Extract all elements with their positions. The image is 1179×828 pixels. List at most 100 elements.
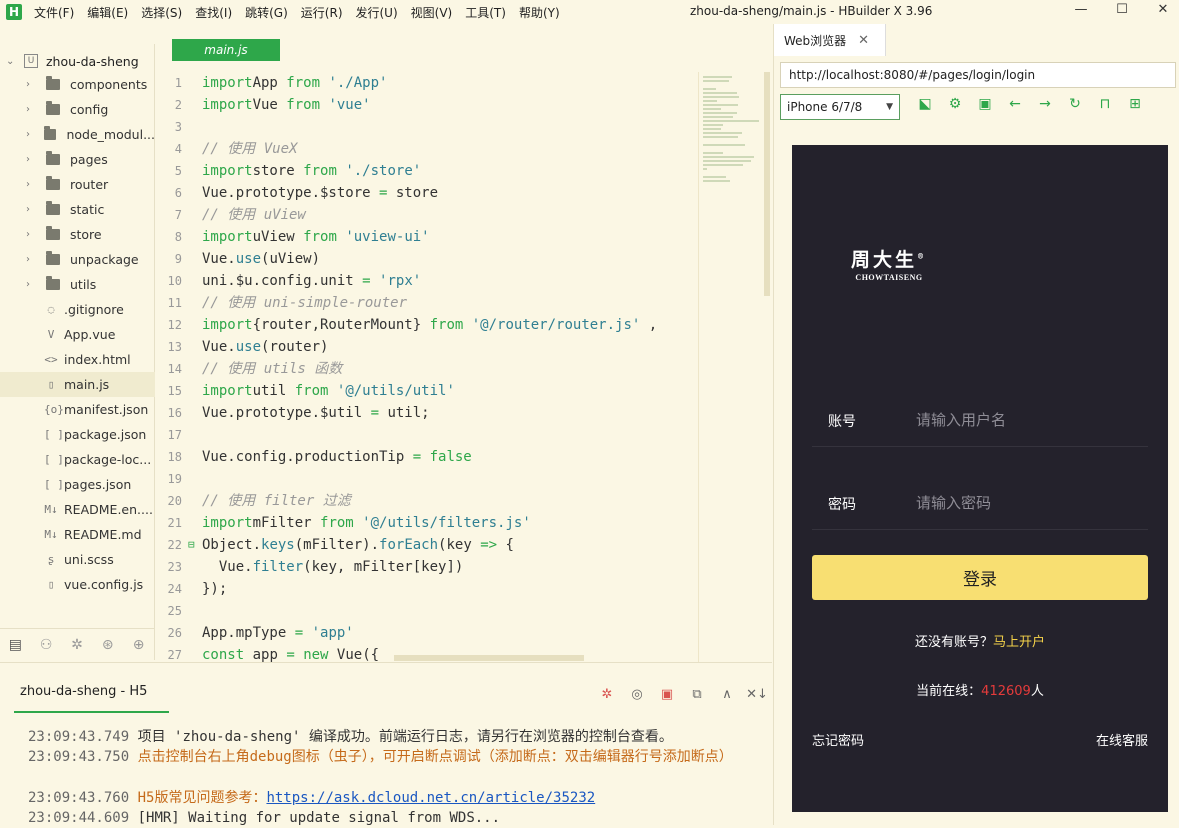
line-number[interactable]: 10 [156,270,182,292]
file-item[interactable]: M↓ README.md [0,522,155,547]
code-line[interactable]: 10 uni.$u.config.unit = 'rpx' [156,270,696,292]
line-number[interactable]: 21 [156,512,182,534]
code-line[interactable]: 9 Vue.use(uView) [156,248,696,270]
menu-item[interactable]: 选择(S) [141,4,182,21]
line-number[interactable]: 17 [156,424,182,446]
file-item[interactable]: ▯ vue.config.js [0,572,155,597]
menu-item[interactable]: 查找(I) [195,4,232,21]
menu-item[interactable]: 帮助(Y) [519,4,560,21]
line-number[interactable]: 23 [156,556,182,578]
collapse-icon[interactable]: ∧ [712,687,742,702]
folder-item[interactable]: › static [0,197,155,222]
file-item[interactable]: [ ] package-loc... [0,447,155,472]
stop-icon[interactable]: ▣ [652,687,682,702]
code-line[interactable]: 24}); [156,578,696,600]
folder-item[interactable]: › utils [0,272,155,297]
code-line[interactable]: 1 importApp from './App' [156,72,696,94]
close-icon[interactable]: ✕ [858,33,869,48]
register-link[interactable]: 马上开户 [993,635,1045,650]
folder-item[interactable]: › pages [0,147,155,172]
line-number[interactable]: 11 [156,292,182,314]
tab-main-js[interactable]: main.js [172,39,280,61]
qrcode-icon[interactable]: ⊞ [1120,96,1150,112]
console-icon[interactable]: ▣ [970,96,1000,112]
url-bar[interactable]: http://localhost:8080/#/pages/login/logi… [780,62,1176,88]
menu-item[interactable]: 跳转(G) [245,4,288,21]
tab-web-browser[interactable]: Web浏览器 ✕ [774,24,886,56]
line-number[interactable]: 26 [156,622,182,644]
menu-item[interactable]: 发行(U) [356,4,398,21]
screenshot-icon[interactable]: ⬕ [910,96,940,112]
folder-item[interactable]: › router [0,172,155,197]
line-number[interactable]: 4 [156,138,182,160]
line-number[interactable]: 19 [156,468,182,490]
line-number[interactable]: 15 [156,380,182,402]
username-input[interactable] [916,407,1136,433]
menu-item[interactable]: 工具(T) [465,4,506,21]
line-number[interactable]: 18 [156,446,182,468]
code-line[interactable]: 12 import{router,RouterMount} from '@/rou… [156,314,696,336]
settings-icon[interactable]: ⚙ [940,96,970,112]
line-number[interactable]: 20 [156,490,182,512]
forgot-password-link[interactable]: 忘记密码 [812,730,864,749]
code-line[interactable]: 7 // 使用 uView [156,204,696,226]
minimize-button[interactable]: — [1071,2,1091,22]
code-line[interactable]: 16 Vue.prototype.$util = util; [156,402,696,424]
file-item[interactable]: ◌ .gitignore [0,297,155,322]
code-line[interactable]: 21 importmFilter from '@/utils/filters.js… [156,512,696,534]
code-line[interactable]: 17 [156,424,696,446]
login-button[interactable]: 登录 [812,555,1148,600]
horizontal-scrollbar[interactable] [394,655,584,661]
globe-icon[interactable]: ⊕ [123,637,154,653]
line-number[interactable]: 7 [156,204,182,226]
code-line[interactable]: 19 [156,468,696,490]
line-number[interactable]: 12 [156,314,182,336]
console-tab[interactable]: zhou-da-sheng - H5 [14,681,169,713]
code-line[interactable]: 25 [156,600,696,622]
folder-item[interactable]: › unpackage [0,247,155,272]
line-number[interactable]: 5 [156,160,182,182]
code-line[interactable]: 11 // 使用 uni-simple-router [156,292,696,314]
vertical-scrollbar[interactable] [764,72,770,296]
code-line[interactable]: 20 // 使用 filter 过滤 [156,490,696,512]
folder-item[interactable]: › node_modul... [0,122,155,147]
run-icon[interactable]: ◎ [622,687,652,702]
code-line[interactable]: 23 Vue.filter(key, mFilter[key]) [156,556,696,578]
online-service-link[interactable]: 在线客服 [1096,730,1148,749]
code-line[interactable]: 22 ⊟ Object.keys(mFilter).forEach(key => { [156,534,696,556]
file-item[interactable]: {o} manifest.json [0,397,155,422]
minimap[interactable] [698,72,762,662]
lock-icon[interactable]: ⊓ [1090,96,1120,112]
clear-icon[interactable]: ✕↓ [742,687,772,702]
line-number[interactable]: 8 [156,226,182,248]
file-item[interactable]: M↓ README.en.... [0,497,155,522]
file-item[interactable]: [ ] pages.json [0,472,155,497]
menu-item[interactable]: 文件(F) [34,4,74,21]
line-number[interactable]: 14 [156,358,182,380]
file-item[interactable]: ▯ main.js [0,372,155,397]
line-number[interactable]: 9 [156,248,182,270]
device-select[interactable]: iPhone 6/7/8 ▼ [780,94,900,120]
folder-item[interactable]: › components [0,72,155,97]
line-number[interactable]: 3 [156,116,182,138]
code-line[interactable]: 4 // 使用 VueX [156,138,696,160]
code-line[interactable]: 14 // 使用 utils 函数 [156,358,696,380]
code-line[interactable]: 3 [156,116,696,138]
file-item[interactable]: V App.vue [0,322,155,347]
line-number[interactable]: 22 [156,534,182,556]
file-item[interactable]: [ ] package.json [0,422,155,447]
line-number[interactable]: 25 [156,600,182,622]
menu-item[interactable]: 运行(R) [301,4,343,21]
forward-icon[interactable]: → [1030,96,1060,112]
back-icon[interactable]: ← [1000,96,1030,112]
debug-icon[interactable]: ✲ [62,637,93,653]
code-line[interactable]: 6 Vue.prototype.$store = store [156,182,696,204]
menu-item[interactable]: 视图(V) [411,4,453,21]
project-root[interactable]: ⌄ U zhou-da-sheng [0,50,139,72]
plugin-icon[interactable]: ⚇ [31,637,62,653]
folder-item[interactable]: › store [0,222,155,247]
code-area[interactable]: 1 importApp from './App' 2 importVue from '… [156,72,696,666]
line-number[interactable]: 16 [156,402,182,424]
line-number[interactable]: 2 [156,94,182,116]
line-number[interactable]: 13 [156,336,182,358]
